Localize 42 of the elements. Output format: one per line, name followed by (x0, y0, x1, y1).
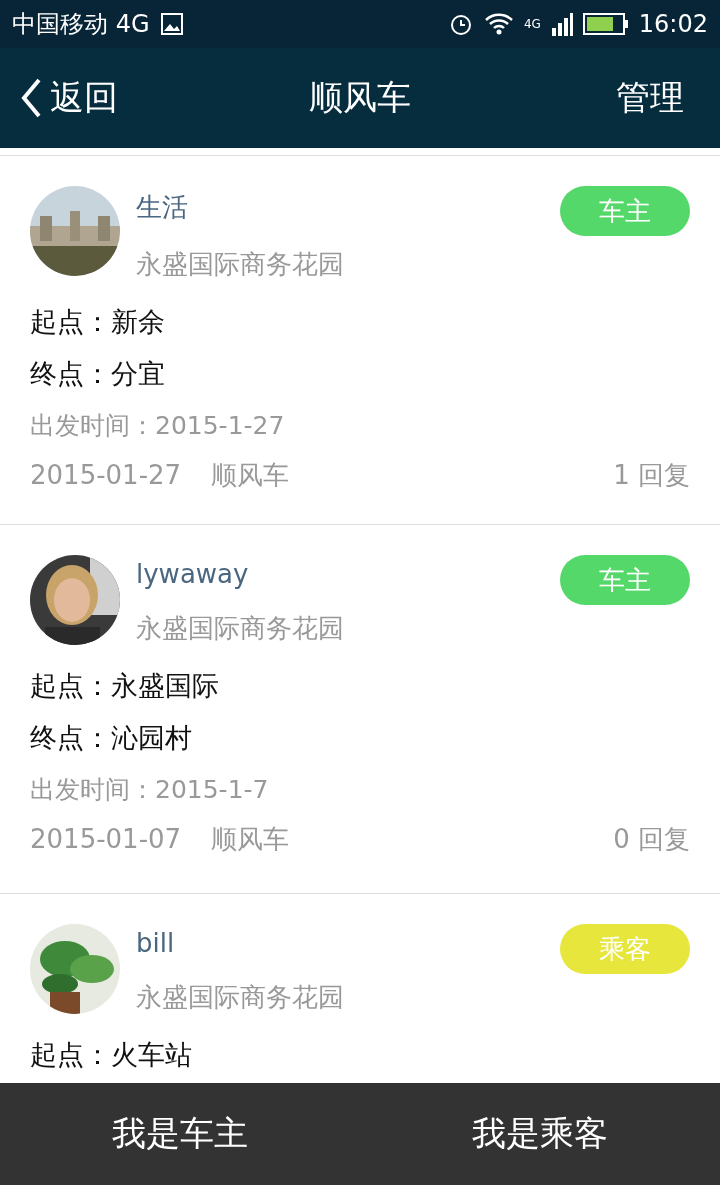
origin-value: 永盛国际 (111, 669, 219, 703)
destination-value: 分宜 (111, 357, 165, 391)
network-text: 4G (523, 17, 541, 31)
page-title: 顺风车 (309, 76, 411, 119)
destination-value: 沁园村 (111, 721, 192, 755)
origin-value: 火车站 (111, 1038, 192, 1072)
reply-count: 0 回复 (613, 822, 690, 856)
post-card[interactable]: lywaway 永盛国际商务花园 车主 起点：永盛国际 终点：沁园村 出发时间：2015-1-7 2015-01-07 顺风车 0 回复 (0, 525, 720, 894)
departure-time: 出发时间：2015-1-7 (30, 773, 269, 806)
wifi-icon (483, 12, 514, 36)
role-tag: 车主 (560, 186, 690, 236)
community-name: 永盛国际商务花园 (136, 981, 345, 1014)
departure-time: 出发时间：2015-1-27 (30, 409, 285, 442)
origin-label: 起点： (30, 669, 111, 703)
user-name: lywaway (136, 559, 250, 589)
manage-button[interactable]: 管理 (616, 75, 700, 121)
carrier-text: 中国移动 4G (12, 9, 150, 40)
image-icon (159, 12, 184, 36)
origin-value: 新余 (111, 305, 165, 339)
bottom-tab[interactable]: 我是车主 (0, 1083, 360, 1185)
user-name: bill (136, 928, 176, 958)
community-name: 永盛国际商务花园 (136, 248, 345, 281)
user-name: 生活 (136, 191, 189, 224)
destination-label: 终点： (30, 721, 111, 755)
bottom-tab[interactable]: 我是乘客 (360, 1083, 720, 1185)
clock-text: 16:02 (638, 10, 708, 38)
role-tag: 乘客 (560, 924, 690, 974)
post-date: 2015-01-07 (30, 824, 182, 854)
reply-count: 1 回复 (613, 458, 690, 492)
origin-label: 起点： (30, 1038, 111, 1072)
post-card[interactable]: 生活 永盛国际商务花园 车主 起点：新余 终点：分宜 出发时间：2015-1-27 2015-01-27 顺风车 1 回复 (0, 156, 720, 525)
origin-label: 起点： (30, 305, 111, 339)
back-button[interactable]: 返回 (20, 75, 118, 121)
post-category: 顺风车 (211, 458, 290, 492)
post-date: 2015-01-27 (30, 460, 182, 490)
post-category: 顺风车 (211, 822, 290, 856)
chevron-left-icon (20, 78, 42, 118)
role-tag: 车主 (560, 555, 690, 605)
destination-label: 终点： (30, 357, 111, 391)
signal-icon (550, 12, 573, 36)
community-name: 永盛国际商务花园 (136, 612, 345, 645)
battery-icon (582, 12, 629, 36)
